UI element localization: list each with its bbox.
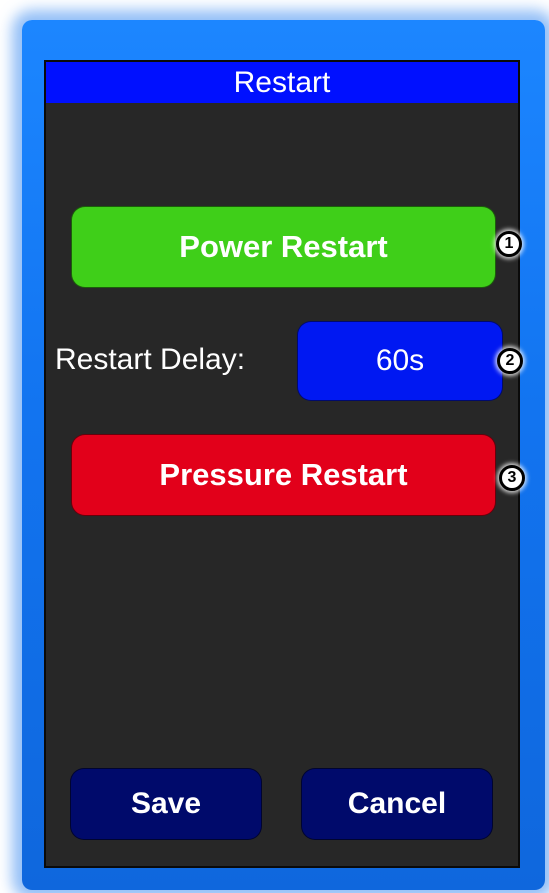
pressure-restart-button[interactable]: Pressure Restart — [71, 434, 496, 516]
power-restart-button[interactable]: Power Restart — [71, 206, 496, 288]
screen-title: Restart — [46, 62, 518, 103]
cancel-button[interactable]: Cancel — [301, 768, 493, 840]
restart-delay-label: Restart Delay: — [55, 343, 246, 376]
callout-marker-1: 1 — [496, 231, 522, 257]
restart-delay-value-button[interactable]: 60s — [297, 321, 503, 401]
callout-marker-3: 3 — [499, 465, 525, 491]
save-button[interactable]: Save — [70, 768, 262, 840]
callout-marker-2: 2 — [497, 348, 523, 374]
